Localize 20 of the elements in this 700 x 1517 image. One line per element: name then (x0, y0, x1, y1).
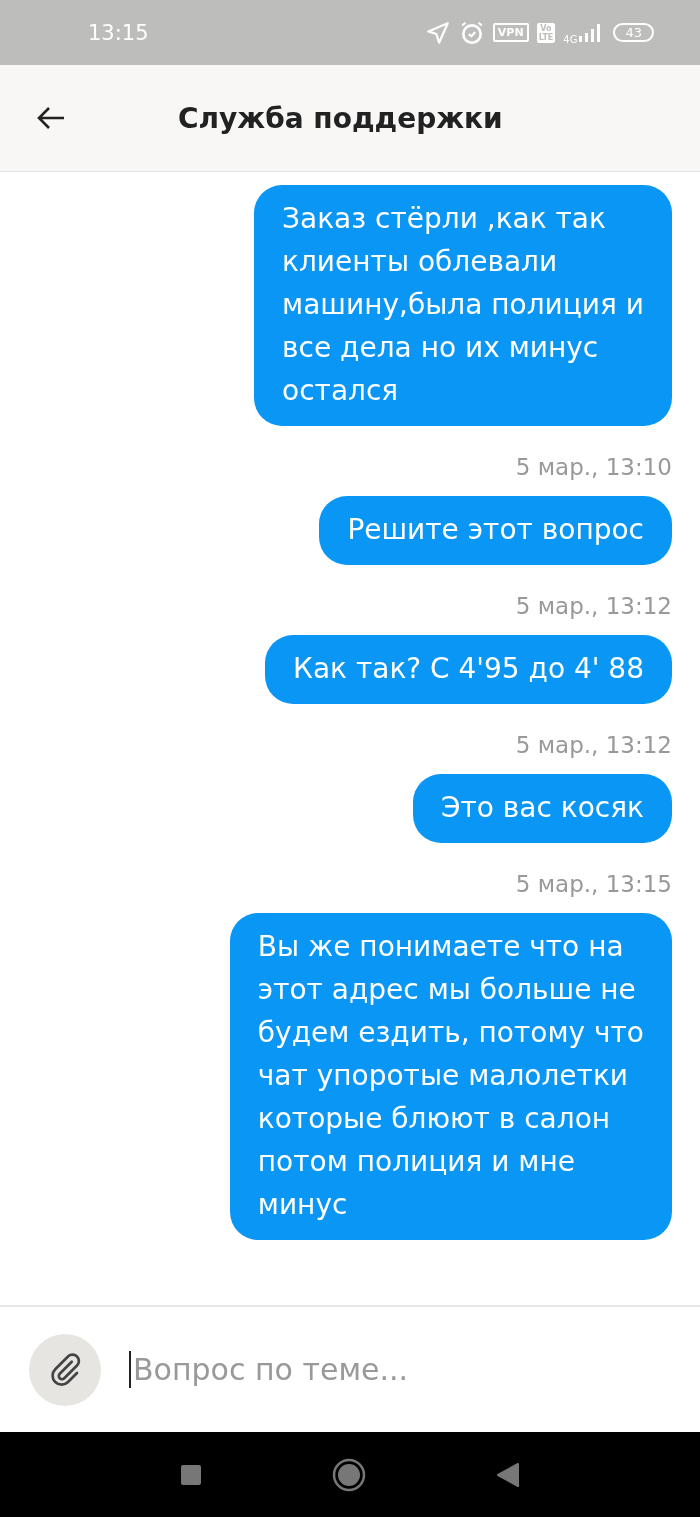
arrow-left-icon (36, 105, 66, 131)
home-icon[interactable] (332, 1457, 366, 1492)
message-time: 5 мар., 13:15 (515, 871, 672, 897)
message-bubble: Это вас косяк (412, 774, 672, 843)
message-time: 5 мар., 13:12 (515, 593, 672, 619)
message-bubble: Решите этот вопрос (319, 496, 672, 565)
screen-title: Служба поддержки (178, 101, 503, 135)
location-icon (424, 19, 451, 46)
message-bubble: Вы же понимаете что на этот адрес мы больше не будем ездить, потому что чат упоротые малолетки которые блюют в салон потом полиция и мне минус (229, 913, 672, 1240)
volte-indicator: Vo LTE (536, 22, 556, 43)
network-type: 4G (563, 33, 578, 45)
status-time: 13:15 (88, 20, 149, 45)
message-bubble: Заказ стёрли ,как так клиенты облевали машину,была полиция и все дела но их минус остался (254, 185, 672, 426)
recents-icon[interactable] (180, 1463, 202, 1486)
message-time: 5 мар., 13:12 (515, 732, 672, 758)
message-time: 5 мар., 13:10 (515, 454, 672, 480)
back-icon[interactable] (496, 1461, 520, 1488)
message-bubble: Как так? С 4'95 до 4' 88 (265, 635, 672, 704)
vpn-indicator: VPN (492, 23, 529, 42)
battery-level: 43 (613, 23, 654, 42)
